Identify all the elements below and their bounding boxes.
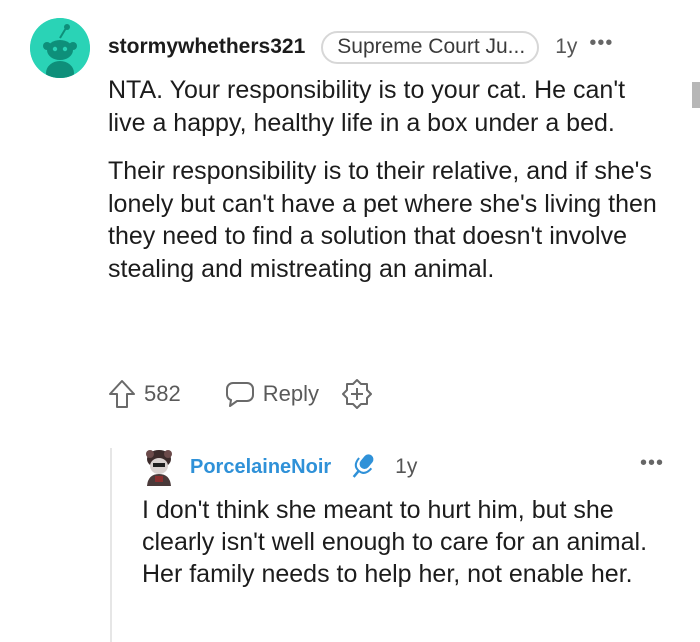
- microphone-icon: [345, 450, 379, 484]
- reply-body: I don't think she meant to hurt him, but…: [142, 494, 672, 590]
- reply-label: Reply: [262, 381, 319, 406]
- comment-username[interactable]: stormywhethers321: [108, 35, 305, 59]
- speech-bubble-icon: [225, 380, 255, 408]
- thread-line[interactable]: [110, 448, 112, 642]
- upvote-arrow-icon[interactable]: [108, 379, 136, 409]
- comment-body: NTA. Your responsibility is to your cat.…: [108, 74, 668, 301]
- reply-username[interactable]: PorcelaineNoir: [190, 456, 331, 479]
- comment-timestamp: 1y: [555, 35, 578, 58]
- reply-button[interactable]: Reply: [225, 380, 319, 408]
- reply-header: PorcelaineNoir 1y: [190, 452, 417, 482]
- comment-header: stormywhethers321 Supreme Court Ju... 1y…: [108, 30, 613, 64]
- custom-avatar-icon[interactable]: [142, 448, 176, 486]
- more-options-icon[interactable]: •••: [589, 32, 613, 55]
- comment-thread: stormywhethers321 Supreme Court Ju... 1y…: [0, 0, 700, 642]
- comment-paragraph: NTA. Your responsibility is to your cat.…: [108, 76, 626, 137]
- snoo-avatar-icon[interactable]: [30, 18, 90, 78]
- reply-paragraph: I don't think she meant to hurt him, but…: [142, 496, 648, 588]
- scrollbar-thumb[interactable]: [692, 82, 700, 108]
- vote-count: 582: [144, 381, 181, 406]
- comment-paragraph: Their responsibility is to their relativ…: [108, 157, 657, 283]
- user-flair: Supreme Court Ju...: [321, 30, 540, 64]
- more-options-icon[interactable]: •••: [640, 452, 664, 475]
- reply-timestamp: 1y: [395, 455, 418, 478]
- comment-action-bar: 582 Reply: [108, 374, 373, 414]
- add-award-icon[interactable]: [341, 378, 373, 410]
